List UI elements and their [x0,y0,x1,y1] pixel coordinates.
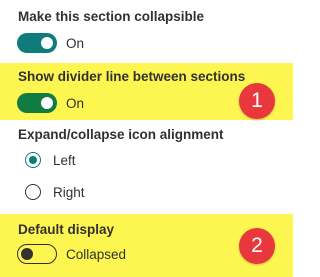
callout-badge-1: 1 [239,83,275,119]
default-display-toggle-state: Collapsed [66,246,127,262]
toggle-knob [41,97,53,109]
radio-option-left[interactable]: Left [25,152,76,168]
collapsible-toggle-row[interactable]: On [17,33,84,53]
toggle-knob [41,37,53,49]
callout-badge-2: 2 [239,228,275,264]
toggle-knob [21,247,33,260]
default-display-toggle[interactable] [17,244,57,264]
collapsible-toggle-state: On [66,35,85,51]
divider-setting: Show divider line between sections On 1 [0,63,293,120]
section-settings-panel: Make this section collapsible On Show di… [0,0,293,277]
radio-right-label: Right [53,184,85,200]
radio-left-label: Left [53,152,76,168]
icon-alignment-label: Expand/collapse icon alignment [18,127,224,142]
collapsible-toggle[interactable] [17,33,57,53]
divider-toggle[interactable] [17,93,57,113]
radio-left[interactable] [25,152,41,168]
divider-toggle-row[interactable]: On [17,93,84,113]
radio-option-right[interactable]: Right [25,184,85,200]
divider-label: Show divider line between sections [18,69,246,84]
default-display-toggle-row[interactable]: Collapsed [17,244,126,264]
default-display-setting: Default display Collapsed 2 [0,214,293,277]
default-display-label: Default display [18,222,115,237]
collapsible-label: Make this section collapsible [18,9,205,24]
radio-dot [28,155,37,164]
divider-toggle-state: On [66,95,85,111]
radio-right[interactable] [25,184,41,200]
